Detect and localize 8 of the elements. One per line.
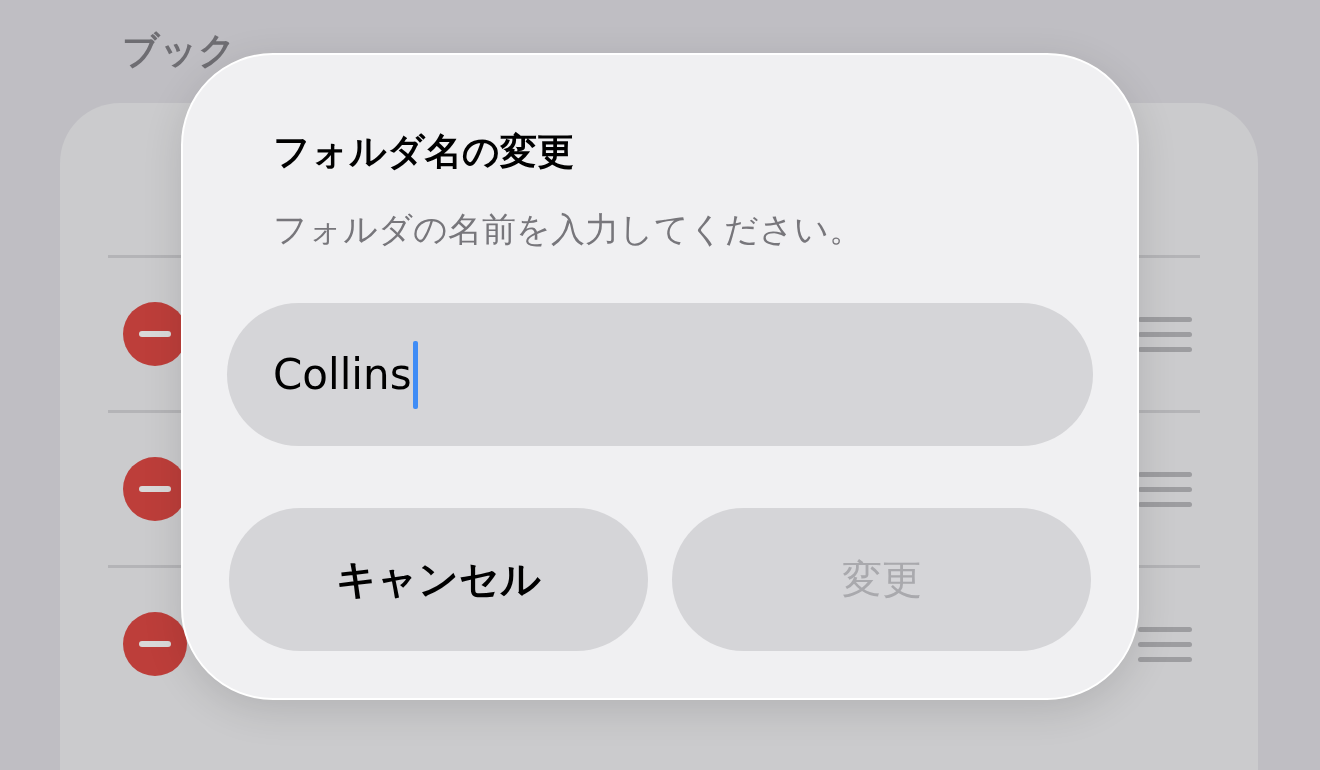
cancel-button[interactable]: キャンセル bbox=[229, 508, 648, 651]
dialog-title: フォルダ名の変更 bbox=[273, 129, 575, 175]
reorder-handle-icon[interactable] bbox=[1138, 626, 1192, 662]
page-title: ブック bbox=[122, 28, 237, 74]
reorder-handle-icon[interactable] bbox=[1138, 316, 1192, 352]
name-input-field[interactable]: Collins bbox=[227, 303, 1093, 446]
dialog-message: フォルダの名前を入力してください。 bbox=[273, 208, 864, 251]
reorder-handle-icon[interactable] bbox=[1138, 471, 1192, 507]
